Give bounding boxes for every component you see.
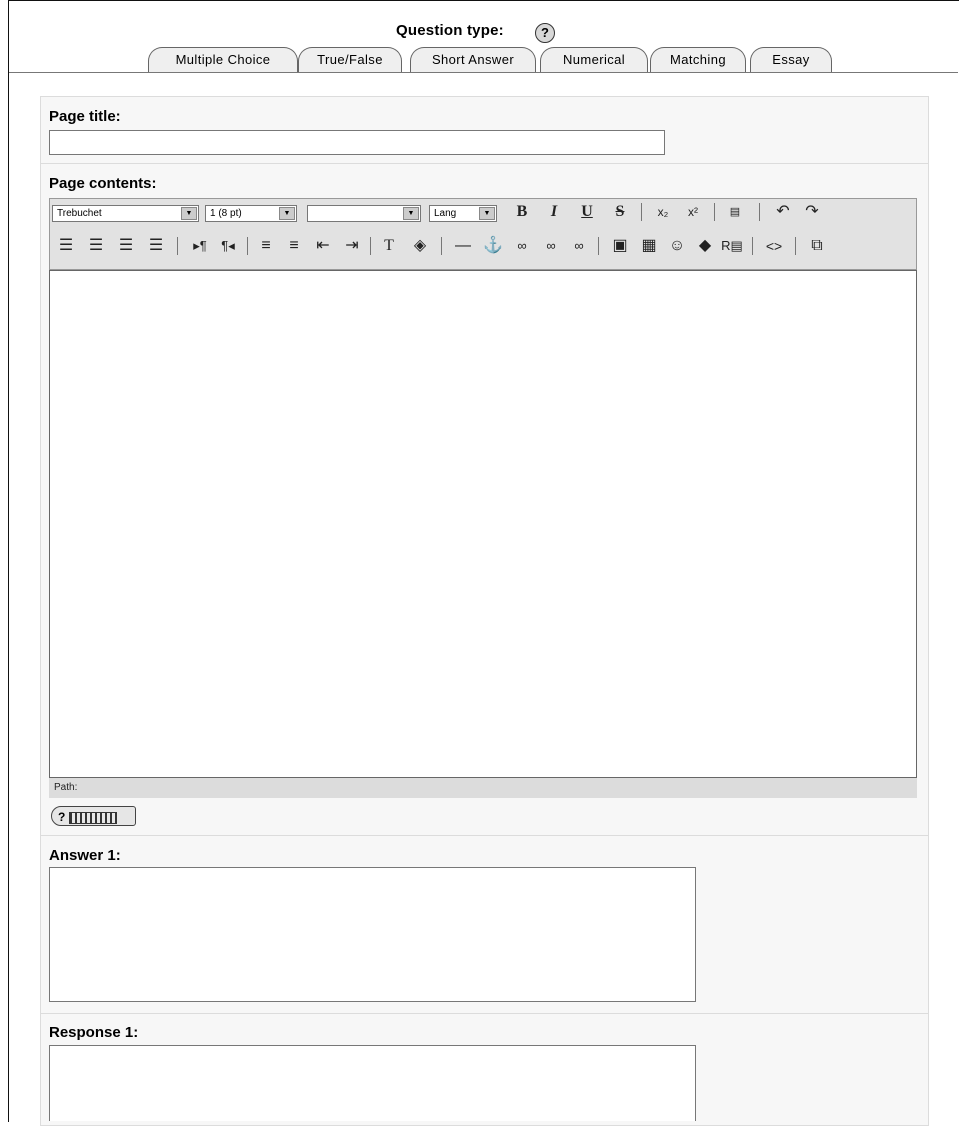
toolbar-separator	[714, 203, 715, 221]
html-source-icon[interactable]: <>	[762, 236, 786, 256]
chevron-down-icon: ▼	[479, 207, 495, 220]
editor-path-bar: Path:	[49, 778, 917, 798]
align-center-icon[interactable]: ☰	[86, 236, 106, 256]
toolbar-separator	[370, 237, 371, 255]
superscript-icon[interactable]: x²	[683, 202, 703, 222]
divider	[41, 1013, 928, 1014]
insert-table-icon[interactable]: ▦	[638, 236, 660, 256]
tab-matching[interactable]: Matching	[650, 47, 746, 72]
align-left-icon[interactable]: ☰	[56, 236, 76, 256]
chevron-down-icon: ▼	[181, 207, 197, 220]
strikethrough-icon[interactable]: S	[610, 202, 630, 222]
answer-1-label: Answer 1:	[49, 847, 121, 864]
tab-baseline	[9, 72, 958, 73]
toolbar-separator	[795, 237, 796, 255]
tab-multiple-choice[interactable]: Multiple Choice	[148, 47, 298, 72]
insert-image-icon[interactable]: ▣	[609, 236, 631, 256]
lang-select-value: Lang	[434, 208, 457, 219]
divider	[41, 163, 928, 164]
special-char-icon[interactable]: ◆	[694, 236, 716, 256]
background-color-icon[interactable]: ◈	[410, 236, 430, 256]
keyboard-help-button[interactable]: ?	[51, 806, 136, 826]
outdent-icon[interactable]: ⇤	[313, 236, 333, 256]
toolbar-separator	[641, 203, 642, 221]
unlink-icon[interactable]: ∞	[540, 236, 562, 256]
tab-essay[interactable]: Essay	[750, 47, 832, 72]
chevron-down-icon: ▼	[279, 207, 295, 220]
tab-short-answer[interactable]: Short Answer	[410, 47, 536, 72]
align-right-icon[interactable]: ☰	[116, 236, 136, 256]
keyboard-icon	[69, 811, 118, 824]
nolink-icon[interactable]: ∞	[568, 236, 590, 256]
page-contents-label: Page contents:	[49, 175, 157, 192]
italic-icon[interactable]: I	[545, 202, 563, 222]
toolbar-separator	[598, 237, 599, 255]
page-title-input[interactable]	[49, 130, 665, 155]
redo-icon[interactable]: ↷	[802, 202, 822, 222]
page-title-label: Page title:	[49, 108, 121, 125]
horizontal-rule-icon[interactable]: —	[452, 236, 474, 256]
text-color-icon[interactable]: T	[379, 236, 399, 256]
bold-icon[interactable]: B	[512, 202, 532, 222]
ltr-icon[interactable]: ▸¶	[190, 236, 210, 256]
toolbar-separator	[752, 237, 753, 255]
response-1-label: Response 1:	[49, 1024, 139, 1041]
toolbar-separator	[177, 237, 178, 255]
smiley-icon[interactable]: ☺	[666, 236, 688, 256]
link-icon[interactable]: ∞	[511, 236, 533, 256]
toolbar-separator	[441, 237, 442, 255]
format-select[interactable]: ▼	[307, 205, 421, 222]
toolbar-separator	[759, 203, 760, 221]
lang-select[interactable]: Lang ▼	[429, 205, 497, 222]
fullscreen-icon[interactable]: ⧉	[806, 236, 828, 256]
anchor-icon[interactable]: ⚓	[483, 236, 503, 256]
divider	[41, 835, 928, 836]
tab-true-false[interactable]: True/False	[298, 47, 402, 72]
font-select[interactable]: Trebuchet ▼	[52, 205, 199, 222]
search-replace-icon[interactable]: R▤	[721, 236, 743, 256]
clean-word-icon[interactable]: ▤	[724, 202, 746, 222]
question-type-heading: Question type:	[396, 22, 504, 39]
indent-icon[interactable]: ⇥	[342, 236, 362, 256]
tab-numerical[interactable]: Numerical	[540, 47, 648, 72]
toolbar-separator	[247, 237, 248, 255]
response-1-textarea[interactable]	[49, 1045, 696, 1121]
answer-1-textarea[interactable]	[49, 867, 696, 1002]
chevron-down-icon: ▼	[403, 207, 419, 220]
underline-icon[interactable]: U	[578, 202, 596, 222]
undo-icon[interactable]: ↶	[773, 202, 793, 222]
size-select[interactable]: 1 (8 pt) ▼	[205, 205, 297, 222]
font-select-value: Trebuchet	[57, 208, 102, 219]
unordered-list-icon[interactable]: ≡	[284, 236, 304, 256]
page-contents-editor[interactable]	[49, 270, 917, 778]
ordered-list-icon[interactable]: ≡	[256, 236, 276, 256]
rtl-icon[interactable]: ¶◂	[218, 236, 238, 256]
justify-icon[interactable]: ☰	[146, 236, 166, 256]
subscript-icon[interactable]: x₂	[653, 202, 673, 222]
help-icon[interactable]: ?	[535, 23, 555, 43]
size-select-value: 1 (8 pt)	[210, 208, 242, 219]
